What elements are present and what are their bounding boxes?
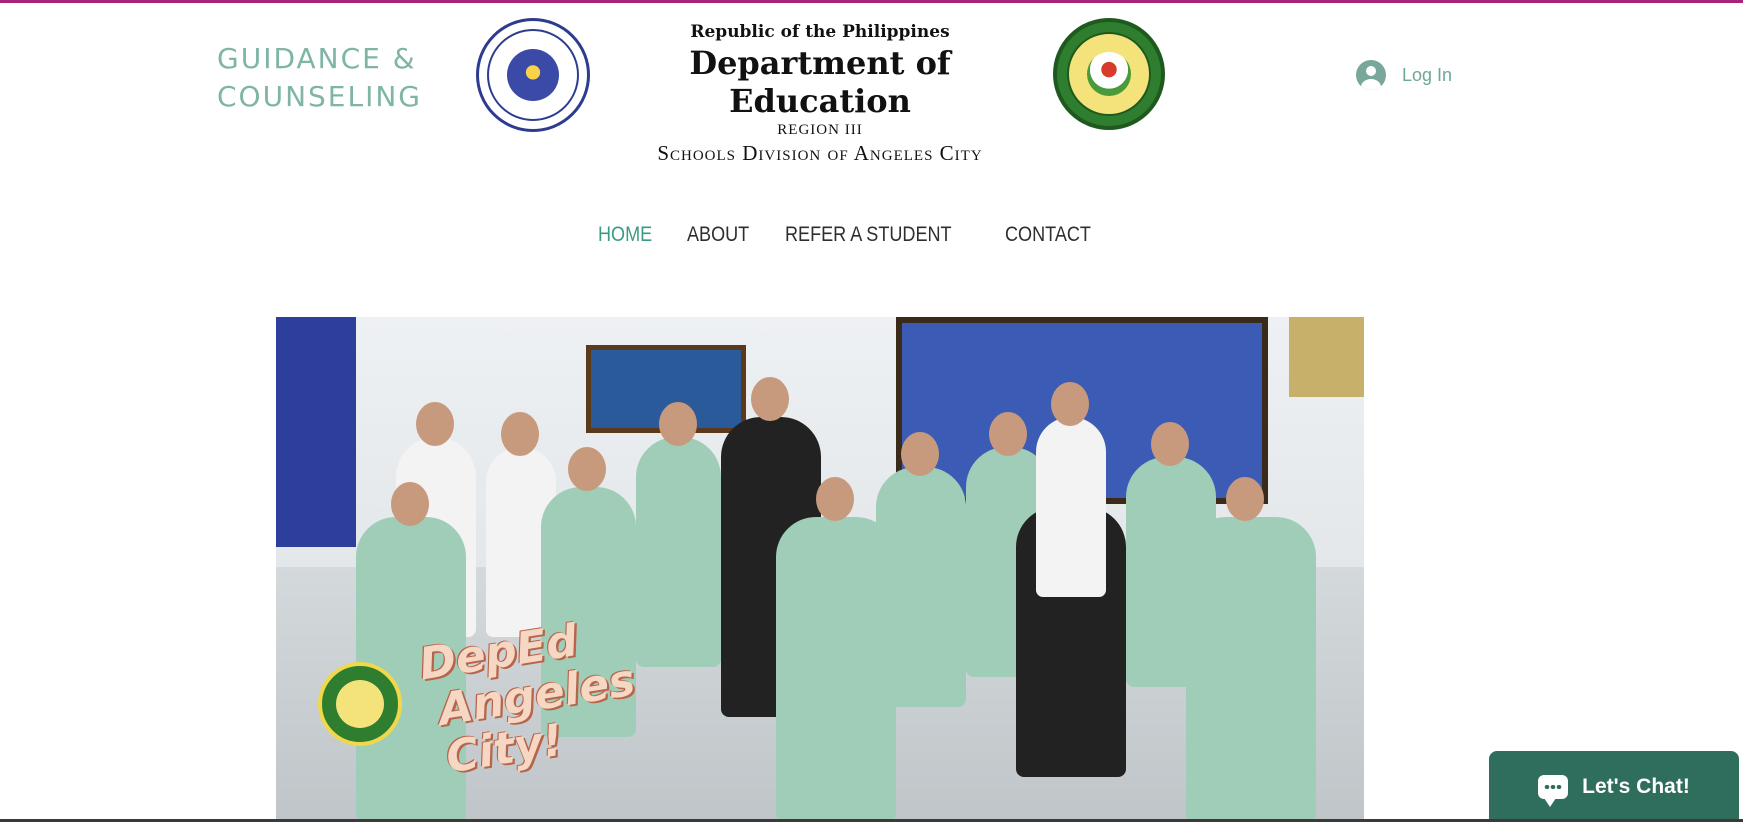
hero-person-head [901,432,939,476]
hero-plaque [1289,317,1364,397]
nav-item-about[interactable]: ABOUT [687,220,749,250]
hero-person-head [751,377,789,421]
login-button[interactable]: Log In [1356,58,1452,92]
hero-person [1036,417,1106,597]
hero-person-head [1151,422,1189,466]
hero-person-head [391,482,429,526]
hero-person-head [1051,382,1089,426]
site-title[interactable]: GUIDANCE & COUNSELING [217,40,422,116]
nav-item-home[interactable]: HOME [598,220,652,250]
chat-bubble-icon [1538,774,1569,807]
hero-policy-board [276,317,356,547]
hero-person-head [1226,477,1264,521]
republic-text: Republic of the Philippines [690,22,950,42]
chat-label: Let's Chat! [1582,774,1690,798]
deped-seal-logo [476,18,590,132]
hero-division-seal [318,662,402,746]
deped-seal-core [507,49,559,101]
division-seal-logo [1053,18,1165,130]
user-avatar-icon [1356,60,1386,90]
main-nav: HOME ABOUT REFER A STUDENT CONTACT [598,220,1093,250]
site-title-line-2: COUNSELING [217,80,422,113]
nav-item-contact[interactable]: CONTACT [1005,220,1091,250]
hero-person-head [416,402,454,446]
deped-heading: Republic of the Philippines Department o… [600,20,1040,166]
hero-person-head [659,402,697,446]
hero-person-head [568,447,606,491]
top-accent-strip [0,0,1743,3]
hero-person [876,467,966,707]
hero-person-head [989,412,1027,456]
hero-person-head [816,477,854,521]
hero-image: DepEd Angeles City! [276,317,1364,822]
division-text: Schools Division of Angeles City [657,141,983,165]
department-text: Department of Education [689,44,951,120]
site-title-line-1: GUIDANCE & [217,42,417,75]
chat-button[interactable]: Let's Chat! [1489,751,1739,822]
division-seal-core [1087,52,1131,96]
hero-person-head [501,412,539,456]
nav-item-refer-a-student[interactable]: REFER A STUDENT [785,220,952,250]
login-label: Log In [1402,64,1453,85]
hero-person [1186,517,1316,822]
region-text: Region III [777,122,863,138]
